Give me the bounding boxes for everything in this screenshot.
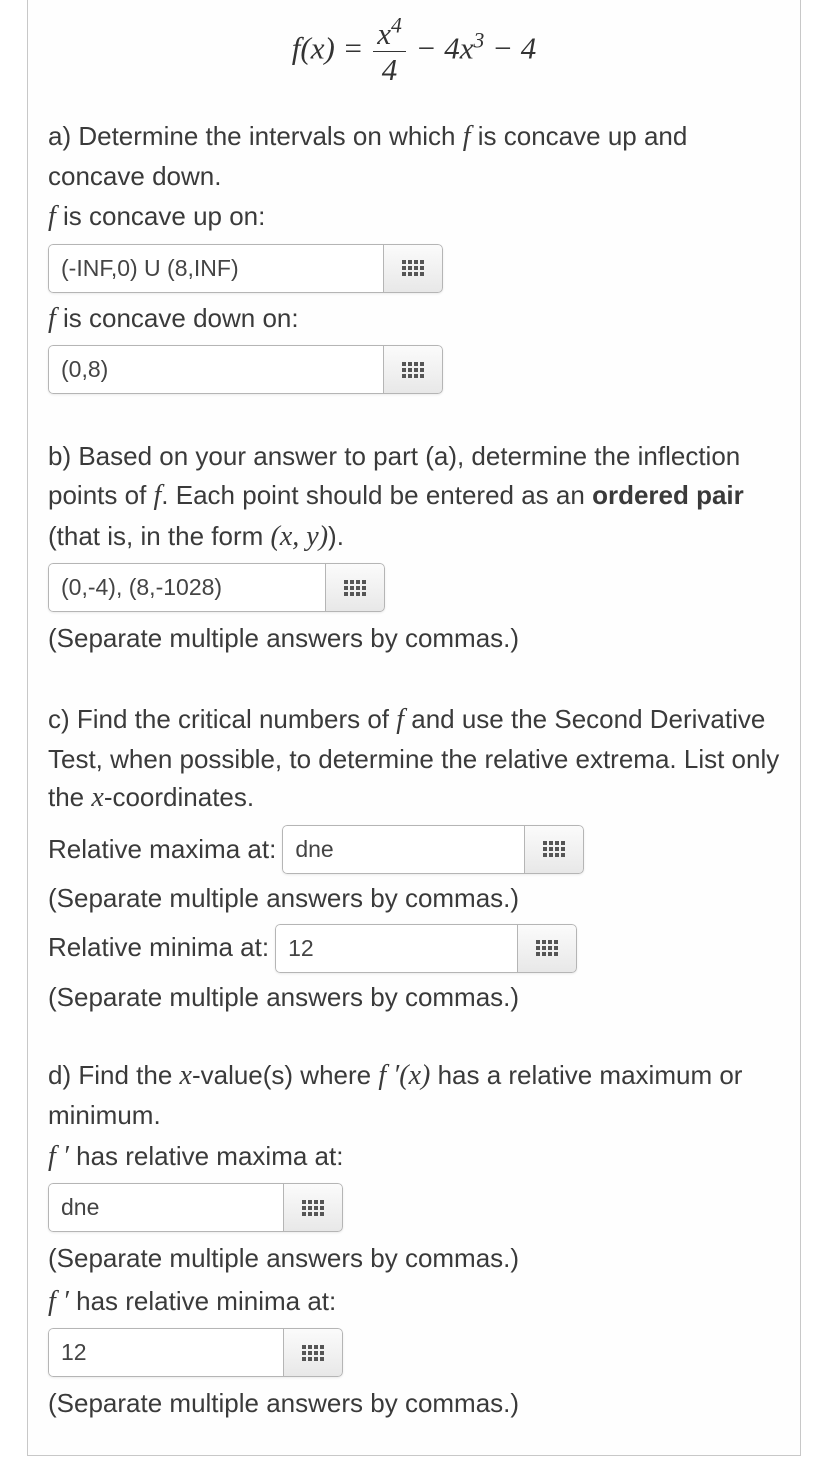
part-c: c) Find the critical numbers of f and us… bbox=[48, 700, 780, 1016]
part-b-prompt: b) Based on your answer to part (a), det… bbox=[48, 438, 780, 557]
rel-max-label: Relative maxima at: bbox=[48, 831, 276, 869]
part-d: d) Find the x-value(s) where f ′(x) has … bbox=[48, 1056, 780, 1423]
rel-max-input[interactable] bbox=[282, 825, 524, 874]
inflection-points-input[interactable] bbox=[48, 563, 325, 612]
function-formula: f(x) = x4 4 − 4x3 − 4 bbox=[48, 18, 780, 85]
grid-button[interactable] bbox=[283, 1328, 343, 1377]
grid-button[interactable] bbox=[283, 1183, 343, 1232]
grid-icon bbox=[543, 841, 565, 857]
concave-down-input[interactable] bbox=[48, 345, 383, 394]
fprime-min-label: f ′ has relative minima at: bbox=[48, 1282, 780, 1323]
grid-button[interactable] bbox=[517, 924, 577, 973]
concave-up-label: f is concave up on: bbox=[48, 201, 265, 232]
separate-note: (Separate multiple answers by commas.) bbox=[48, 1385, 519, 1423]
grid-button[interactable] bbox=[383, 345, 443, 394]
sep-note-c1: (Separate multiple answers by commas.) bbox=[48, 880, 780, 918]
part-b: b) Based on your answer to part (a), det… bbox=[48, 438, 780, 658]
grid-icon bbox=[302, 1345, 324, 1361]
fprime-max-label: f ′ has relative maxima at: bbox=[48, 1137, 780, 1178]
fprime-max-input[interactable] bbox=[48, 1183, 283, 1232]
grid-icon bbox=[344, 580, 366, 596]
concave-up-input[interactable] bbox=[48, 244, 383, 293]
rel-min-label: Relative minima at: bbox=[48, 929, 269, 967]
fprime-min-input[interactable] bbox=[48, 1328, 283, 1377]
part-d-prompt: d) Find the x-value(s) where f ′(x) has … bbox=[48, 1056, 780, 1134]
grid-icon bbox=[536, 940, 558, 956]
part-a-prompt: a) Determine the intervals on which f is… bbox=[48, 121, 687, 191]
grid-icon bbox=[402, 362, 424, 378]
rel-min-input[interactable] bbox=[275, 924, 517, 973]
part-c-prompt: c) Find the critical numbers of f and us… bbox=[48, 700, 780, 819]
grid-icon bbox=[402, 260, 424, 276]
grid-button[interactable] bbox=[383, 244, 443, 293]
problem-container: f(x) = x4 4 − 4x3 − 4 a) Determine the i… bbox=[27, 0, 801, 1456]
part-a: a) Determine the intervals on which f is… bbox=[48, 117, 780, 396]
grid-button[interactable] bbox=[325, 563, 385, 612]
separate-note: (Separate multiple answers by commas.) bbox=[48, 620, 519, 658]
sep-note-c2: (Separate multiple answers by commas.) bbox=[48, 979, 780, 1017]
separate-note: (Separate multiple answers by commas.) bbox=[48, 1240, 519, 1278]
concave-down-label: f is concave down on: bbox=[48, 303, 299, 334]
grid-icon bbox=[302, 1200, 324, 1216]
grid-button[interactable] bbox=[524, 825, 584, 874]
